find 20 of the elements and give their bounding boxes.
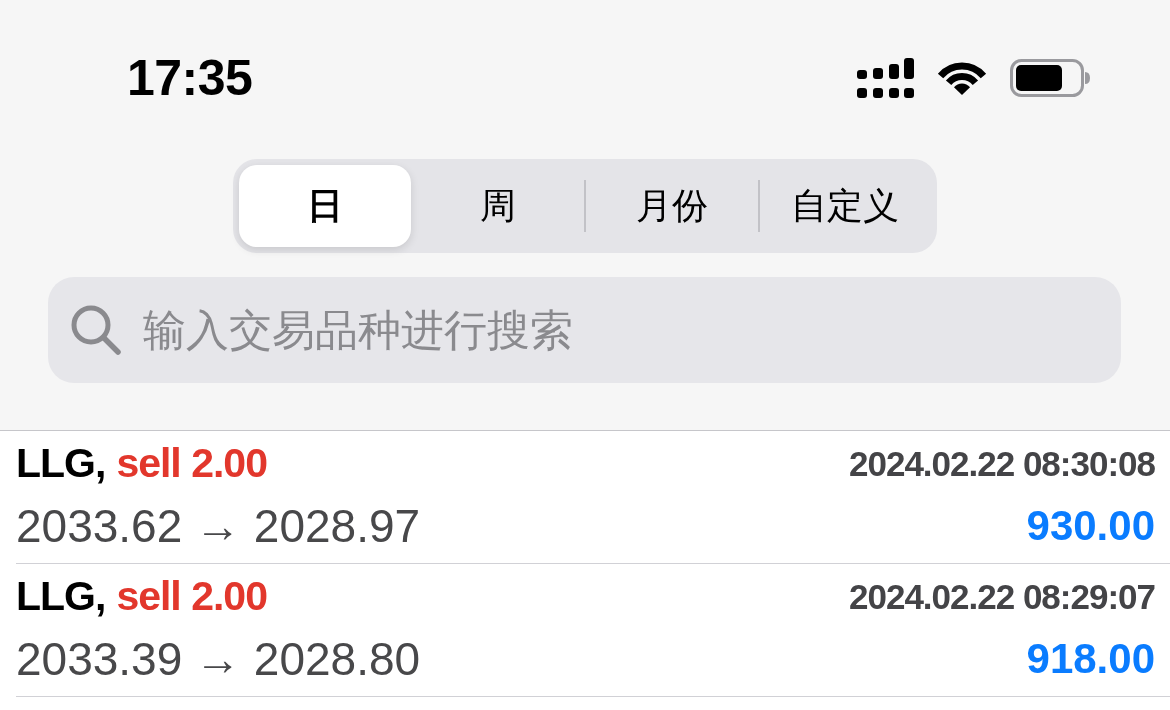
order-text: sell 2.00 [116,442,267,484]
wifi-icon [937,60,987,96]
trade-time: 2024.02.22 08:30:08 [849,445,1155,481]
trade-time: 2024.02.22 08:29:07 [849,578,1155,614]
symbol-text: LLG, [16,442,106,484]
profit-value: 930.00 [1026,505,1155,547]
price-change: 2033.39 → 2028.80 [16,636,421,682]
segment-tab[interactable]: 月份 [586,165,758,247]
status-time: 17:35 [127,53,253,103]
search-field[interactable]: 输入交易品种进行搜索 [48,277,1121,383]
segment-tab[interactable]: 日 [239,165,411,247]
order-text: sell 2.00 [116,575,267,617]
segment-tab[interactable]: 自定义 [759,165,931,247]
battery-icon [1010,59,1090,97]
segment-tab[interactable]: 周 [412,165,584,247]
signal-icon [857,58,914,98]
profit-value: 918.00 [1026,638,1155,680]
symbol-text: LLG, [16,575,106,617]
price-change: 2033.62 → 2028.97 [16,503,421,549]
search-icon [70,304,122,356]
